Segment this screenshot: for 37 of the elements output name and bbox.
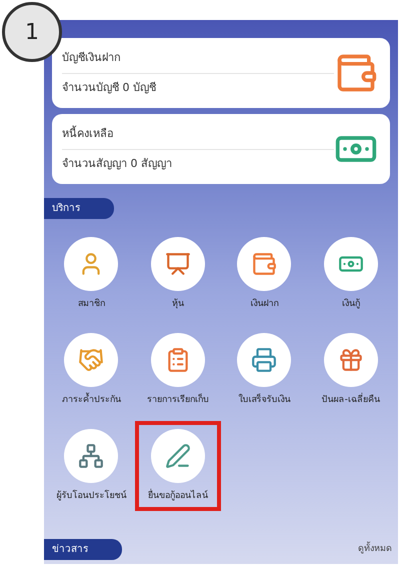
section-heading: ข่าวสาร — [44, 539, 122, 560]
presentation-board-icon — [164, 251, 191, 277]
card-detail: จำนวนบัญชี 0 บัญชี — [62, 80, 157, 96]
service-item[interactable]: รายการเรียกเก็บ — [134, 325, 221, 415]
service-item[interactable]: ผู้รับโอนประโยชน์ — [48, 421, 134, 511]
pen-icon — [164, 443, 191, 469]
step-badge: 1 — [2, 2, 62, 62]
gift-icon — [338, 347, 364, 373]
handshake-icon — [78, 347, 104, 373]
service-item[interactable]: ใบเสร็จรับเงิน — [221, 325, 308, 415]
summary-card[interactable]: บัญชีเงินฝาก จำนวนบัญชี 0 บัญชี — [52, 38, 390, 108]
service-label: ผู้รับโอนประโยชน์ — [55, 489, 128, 503]
service-label: ยื่นขอกู้ออนไลน์ — [140, 489, 216, 503]
network-icon — [78, 443, 104, 469]
summary-card[interactable]: หนี้คงเหลือ จำนวนสัญญา 0 สัญญา — [52, 114, 390, 184]
service-label: สมาชิก — [76, 298, 106, 311]
section-heading: บริการ — [44, 198, 114, 219]
service-item[interactable]: ภาระค้ำประกัน — [48, 325, 134, 415]
service-item[interactable]: สมาชิก — [48, 229, 134, 319]
wallet-icon — [251, 251, 278, 277]
see-all-link[interactable]: ดูทั้งหมด — [358, 542, 392, 556]
service-label: เงินฝาก — [249, 298, 280, 311]
service-label: รายการเรียกเก็บ — [146, 393, 210, 407]
service-label: หุ้น — [170, 298, 185, 311]
printer-icon — [251, 347, 278, 373]
service-item[interactable]: หุ้น — [134, 229, 221, 319]
service-label: ปันผล-เฉลี่ยคืน — [312, 393, 389, 407]
service-label: ใบเสร็จรับเงิน — [237, 393, 292, 407]
card-title: หนี้คงเหลือ — [62, 120, 334, 150]
service-label: ภาระค้ำประกัน — [53, 393, 130, 407]
service-item[interactable]: ยื่นขอกู้ออนไลน์ — [134, 421, 221, 511]
service-label: เงินกู้ — [340, 298, 361, 311]
card-title: บัญชีเงินฝาก — [62, 44, 334, 74]
service-item[interactable]: เงินฝาก — [221, 229, 308, 319]
service-item[interactable]: เงินกู้ — [308, 229, 394, 319]
service-item[interactable]: ปันผล-เฉลี่ยคืน — [308, 325, 394, 415]
card-detail: จำนวนสัญญา 0 สัญญา — [62, 156, 173, 172]
